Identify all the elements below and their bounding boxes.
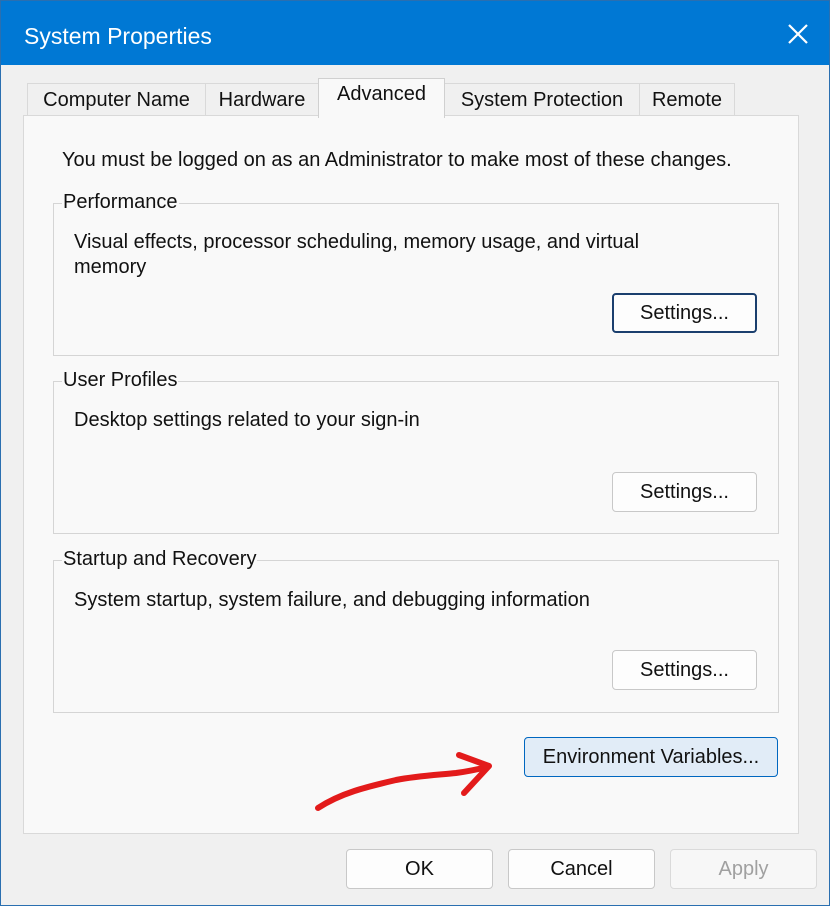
user-profiles-settings-button[interactable]: Settings... xyxy=(612,472,757,512)
admin-note: You must be logged on as an Administrato… xyxy=(62,149,732,171)
apply-button[interactable]: Apply xyxy=(670,849,817,889)
tab-system-protection[interactable]: System Protection xyxy=(444,83,640,117)
tab-label: Advanced xyxy=(337,83,426,105)
close-icon xyxy=(788,24,808,44)
close-button[interactable] xyxy=(761,1,829,65)
startup-recovery-description: System startup, system failure, and debu… xyxy=(74,589,590,611)
user-profiles-group: User Profiles Desktop settings related t… xyxy=(53,369,779,534)
user-profiles-description: Desktop settings related to your sign-in xyxy=(74,409,420,431)
environment-variables-button[interactable]: Environment Variables... xyxy=(524,737,778,777)
performance-settings-button[interactable]: Settings... xyxy=(612,293,757,333)
tab-label: Remote xyxy=(651,89,723,111)
tab-label: Hardware xyxy=(218,89,306,111)
system-properties-window: System Properties Computer Name Hardware… xyxy=(0,0,830,906)
group-title-user-profiles: User Profiles xyxy=(62,369,179,392)
advanced-tab-panel: You must be logged on as an Administrato… xyxy=(23,115,799,834)
cancel-button[interactable]: Cancel xyxy=(508,849,655,889)
tab-remote[interactable]: Remote xyxy=(639,83,735,117)
tab-hardware[interactable]: Hardware xyxy=(205,83,319,117)
performance-description: Visual effects, processor scheduling, me… xyxy=(74,231,640,278)
tab-computer-name[interactable]: Computer Name xyxy=(27,83,206,117)
startup-recovery-settings-button[interactable]: Settings... xyxy=(612,650,757,690)
startup-recovery-group: Startup and Recovery System startup, sys… xyxy=(53,548,779,713)
tab-advanced[interactable]: Advanced xyxy=(318,78,445,118)
arrow-annotation-icon xyxy=(315,752,492,811)
title-bar[interactable]: System Properties xyxy=(1,1,829,65)
tab-label: Computer Name xyxy=(43,89,190,111)
group-title-startup-recovery: Startup and Recovery xyxy=(62,548,258,571)
window-title: System Properties xyxy=(24,23,212,49)
tab-label: System Protection xyxy=(460,89,624,111)
group-title-performance: Performance xyxy=(62,191,179,214)
performance-group: Performance Visual effects, processor sc… xyxy=(53,191,779,356)
ok-button[interactable]: OK xyxy=(346,849,493,889)
